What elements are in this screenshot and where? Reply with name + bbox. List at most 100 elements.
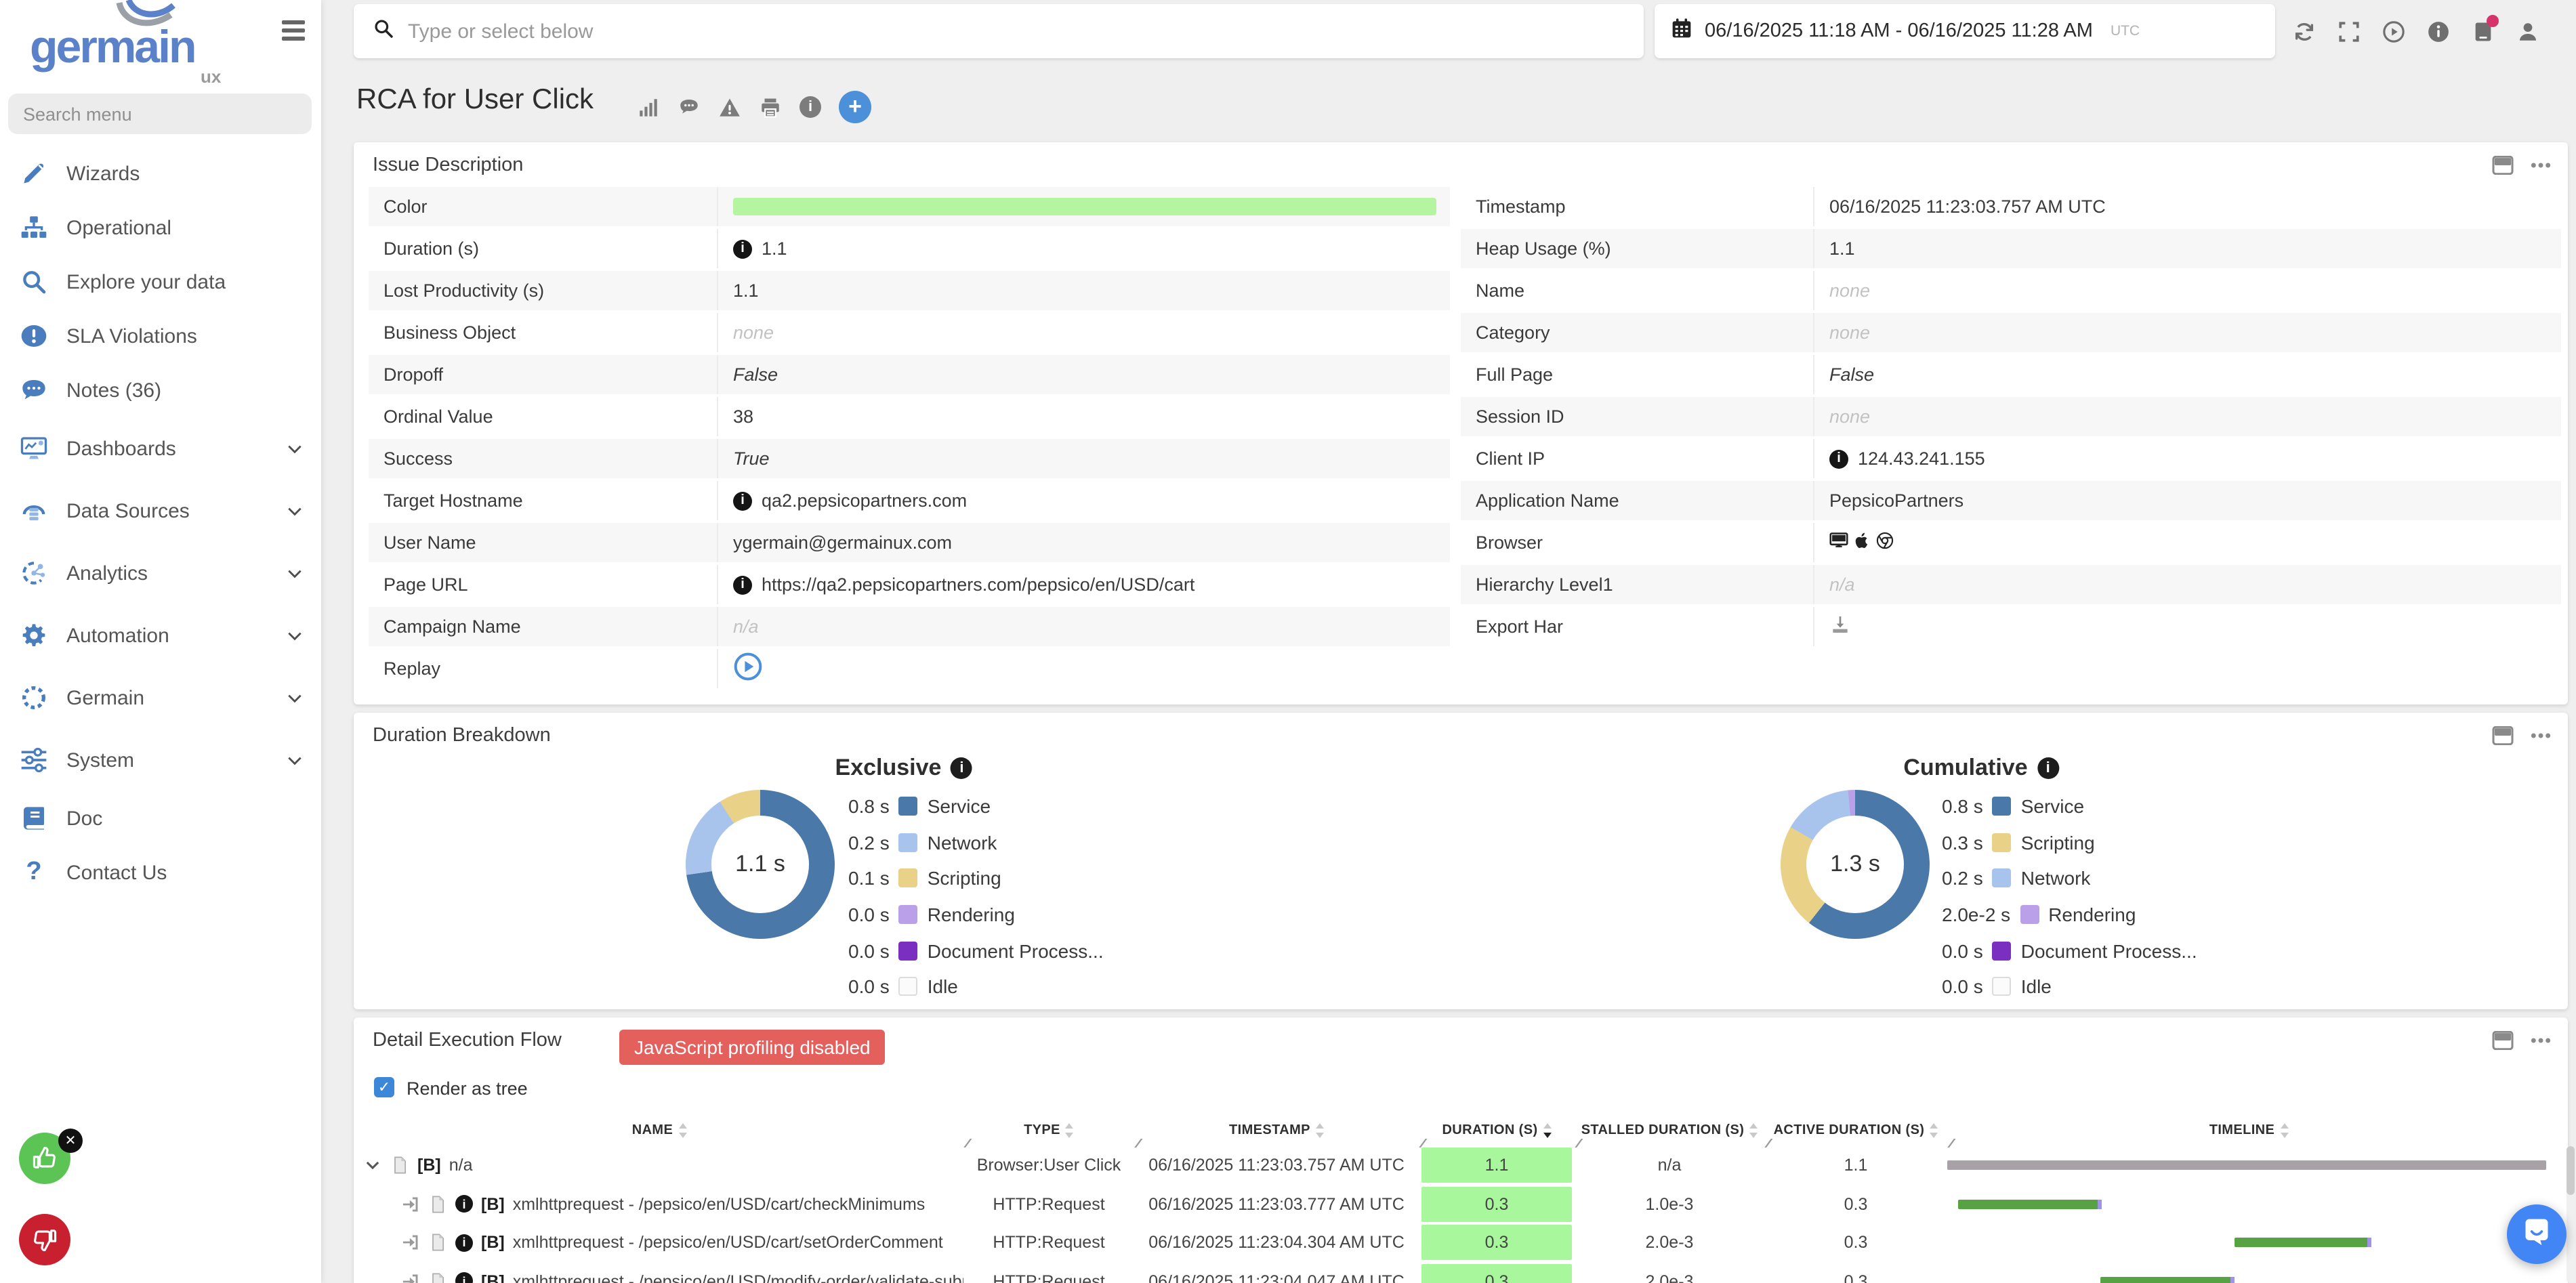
column-header-label: STALLED DURATION (S): [1581, 1123, 1745, 1138]
column-header-timestamp[interactable]: TIMESTAMP⁄⁄: [1134, 1115, 1419, 1146]
panel-icon[interactable]: [2492, 156, 2514, 175]
warning-button[interactable]: [718, 96, 741, 119]
field-label: Heap Usage (%): [1461, 238, 1813, 259]
field-row-replay: Replay: [369, 649, 1450, 688]
info-circle-button[interactable]: [2427, 20, 2450, 43]
legend-swatch: [899, 869, 918, 888]
fullscreen-button[interactable]: [2338, 20, 2361, 43]
sidebar-item-label: Automation: [66, 624, 286, 647]
info-icon[interactable]: i: [951, 757, 972, 779]
sort-down-icon: [2280, 1133, 2288, 1138]
sidebar-item-automation[interactable]: Automation: [0, 604, 321, 667]
sitemap-icon: [19, 213, 49, 243]
search-icon: [373, 18, 394, 45]
column-header-timeline[interactable]: TIMELINE: [1947, 1115, 2550, 1146]
sidebar-item-doc[interactable]: Doc: [0, 791, 321, 845]
sidebar-item-analytics[interactable]: Analytics: [0, 542, 321, 604]
printer-button[interactable]: [759, 96, 782, 119]
info-icon[interactable]: i: [733, 239, 752, 258]
sidebar-item-contact-us[interactable]: ?Contact Us: [0, 845, 321, 900]
field-label: Duration (s): [369, 238, 717, 259]
chart-bars-button[interactable]: [637, 96, 660, 119]
refresh-button[interactable]: [2293, 20, 2316, 43]
column-header-name[interactable]: NAME⁄⁄: [355, 1115, 963, 1146]
cell-name: i[B]xmlhttprequest - /pepsico/en/USD/car…: [355, 1185, 963, 1223]
sidebar-item-notes-36[interactable]: Notes (36): [0, 363, 321, 417]
info-icon[interactable]: i: [733, 491, 752, 510]
ellipsis-icon[interactable]: [2530, 1031, 2552, 1050]
legend-label: Idle: [2021, 976, 2052, 998]
release-notes-button[interactable]: [2472, 20, 2495, 43]
thumbs-down-button[interactable]: [19, 1214, 70, 1265]
panel-icon[interactable]: [2492, 726, 2514, 745]
column-header-label: DURATION (S): [1442, 1123, 1537, 1138]
sidebar-item-germain[interactable]: Germain: [0, 667, 321, 729]
ellipsis-icon[interactable]: [2530, 726, 2552, 745]
ellipsis-icon[interactable]: [2530, 156, 2552, 175]
table-scrollbar[interactable]: [2567, 1146, 2575, 1283]
info-icon[interactable]: i: [455, 1234, 473, 1252]
legend-value: 0.8 s: [848, 796, 890, 818]
table-row[interactable]: i[B]xmlhttprequest - /pepsico/en/USD/car…: [355, 1185, 2557, 1223]
chat-launcher-button[interactable]: [2507, 1204, 2567, 1264]
add-button[interactable]: +: [839, 91, 871, 123]
panel-icon[interactable]: [2492, 1031, 2514, 1050]
sidebar-item-explore-your-data[interactable]: Explore your data: [0, 255, 321, 309]
field-label: Browser: [1461, 532, 1813, 553]
tree-expand-icon[interactable]: [363, 1156, 382, 1175]
sidebar-item-operational[interactable]: Operational: [0, 201, 321, 255]
legend-swatch: [899, 833, 918, 852]
execution-flow-card: Detail Execution Flow JavaScript profili…: [354, 1017, 2568, 1283]
field-row-hierarchy-level1: Hierarchy Level1n/a: [1461, 565, 2561, 604]
legend-label: Document Process...: [2021, 940, 2197, 961]
date-range-picker[interactable]: 06/16/2025 11:18 AM - 06/16/2025 11:28 A…: [1655, 4, 2275, 58]
sidebar-item-sla-violations[interactable]: SLA Violations: [0, 309, 321, 363]
magnifier-icon: [19, 267, 49, 297]
legend-item-service: 0.8 sService: [848, 788, 1104, 824]
info-icon[interactable]: i: [2037, 757, 2059, 779]
page-icon: [428, 1234, 447, 1253]
table-row[interactable]: i[B]xmlhttprequest - /pepsico/en/USD/car…: [355, 1223, 2557, 1262]
scrollbar-thumb[interactable]: [2567, 1146, 2575, 1195]
hamburger-menu-icon[interactable]: [282, 20, 305, 45]
info-icon[interactable]: i: [733, 575, 752, 594]
sidebar-item-system[interactable]: System: [0, 729, 321, 791]
field-row-business-object: Business Objectnone: [369, 313, 1450, 352]
sidebar-item-label: Germain: [66, 686, 286, 709]
play-circle-button[interactable]: [2382, 20, 2405, 43]
info-icon[interactable]: i: [1829, 449, 1848, 468]
table-row[interactable]: [B]n/aBrowser:User Click06/16/2025 11:23…: [355, 1146, 2557, 1185]
download-icon[interactable]: [1829, 614, 1851, 639]
sort-down-icon: [1749, 1133, 1758, 1138]
sort-icons: [678, 1124, 686, 1138]
card-actions-issue: [2492, 156, 2552, 175]
sidebar-item-dashboards[interactable]: Dashboards: [0, 417, 321, 480]
legend-swatch: [899, 905, 918, 924]
user-button[interactable]: [2516, 20, 2539, 43]
render-as-tree-checkbox[interactable]: ✓: [374, 1077, 394, 1097]
database-icon: [19, 496, 49, 526]
table-row[interactable]: i[B]xmlhttprequest - /pepsico/en/USD/mod…: [355, 1262, 2557, 1283]
column-header-type[interactable]: TYPE⁄⁄: [963, 1115, 1134, 1146]
sidebar-item-wizards[interactable]: Wizards: [0, 146, 321, 201]
sidebar-item-data-sources[interactable]: Data Sources: [0, 480, 321, 542]
field-value: i1.1: [717, 229, 1450, 268]
replay-button[interactable]: [733, 652, 763, 686]
comment-button[interactable]: [678, 96, 701, 119]
enter-arrow-icon: [401, 1272, 420, 1283]
sort-icons: [1066, 1124, 1074, 1138]
sort-up-icon: [2280, 1124, 2288, 1129]
sidebar-search-input[interactable]: Search menu: [8, 93, 312, 134]
column-header-stalled-duration-s[interactable]: STALLED DURATION (S)⁄⁄: [1575, 1115, 1764, 1146]
field-row-page-url: Page URLihttps://qa2.pepsicopartners.com…: [369, 565, 1450, 604]
info-icon[interactable]: i: [455, 1196, 473, 1213]
column-header-active-duration-s[interactable]: ACTIVE DURATION (S)⁄⁄: [1764, 1115, 1947, 1146]
global-search-input[interactable]: Type or select below: [354, 4, 1644, 58]
cell-duration: 1.1: [1419, 1146, 1575, 1185]
info-icon[interactable]: i: [455, 1273, 473, 1283]
sidebar-item-label: Notes (36): [66, 379, 305, 402]
column-header-duration-s[interactable]: DURATION (S)⁄⁄: [1419, 1115, 1575, 1146]
info-circle-button[interactable]: i: [799, 96, 821, 118]
close-feedback-icon[interactable]: ✕: [58, 1129, 83, 1153]
germain-logo[interactable]: germain ux: [30, 3, 301, 89]
